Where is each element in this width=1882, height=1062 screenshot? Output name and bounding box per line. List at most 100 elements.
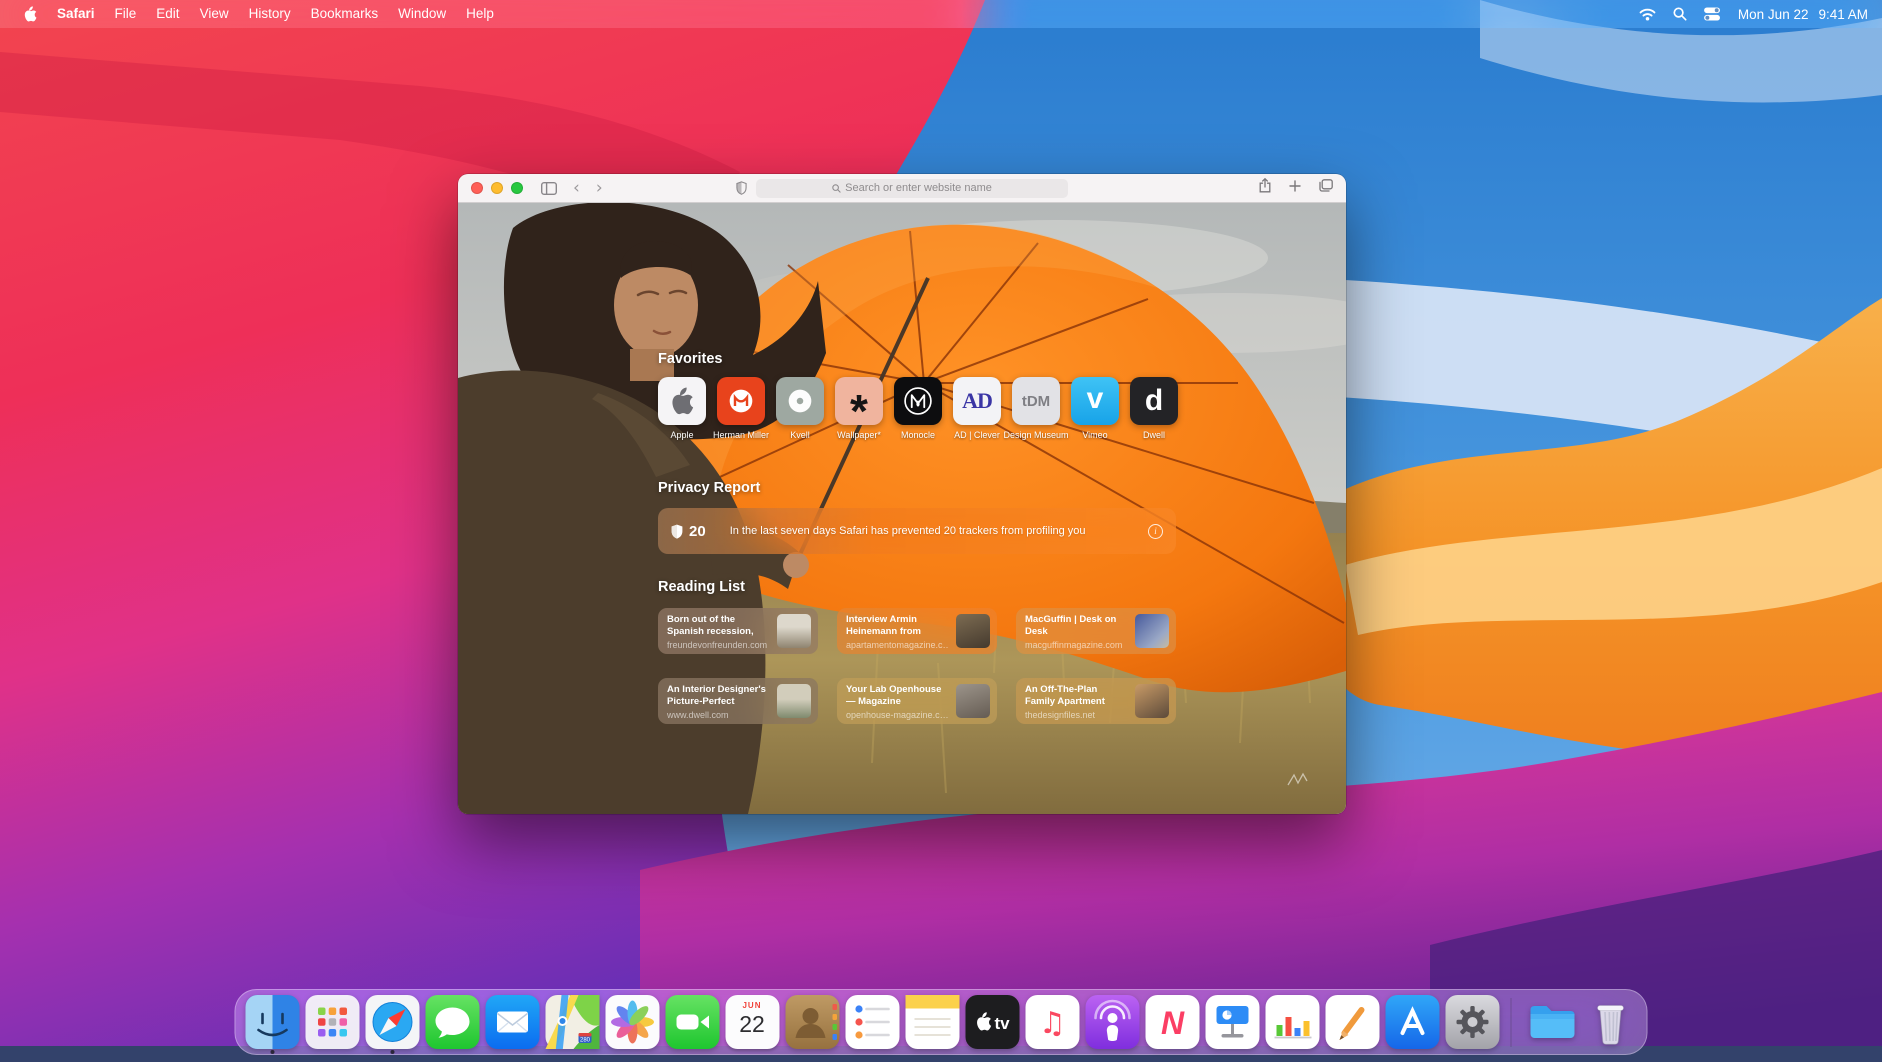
article-url: freundevonfreunden.com bbox=[667, 640, 770, 650]
dock-item-news[interactable]: N bbox=[1145, 994, 1200, 1050]
menu-item-edit[interactable]: Edit bbox=[146, 0, 189, 28]
maps-icon: 280 bbox=[545, 995, 599, 1049]
menu-item-bookmarks[interactable]: Bookmarks bbox=[301, 0, 389, 28]
dock-item-contacts[interactable] bbox=[785, 994, 840, 1050]
dock-item-trash[interactable] bbox=[1583, 994, 1638, 1050]
trash-icon bbox=[1583, 995, 1637, 1049]
dock-item-safari[interactable] bbox=[365, 994, 420, 1050]
favorite-label: Wallpaper* bbox=[837, 430, 881, 441]
close-button[interactable] bbox=[471, 182, 483, 194]
favorite-label: Dwell bbox=[1143, 430, 1165, 441]
reading-list-item[interactable]: An Off-The-Plan Family Apartment Unlike … bbox=[1016, 678, 1176, 724]
menu-item-view[interactable]: View bbox=[190, 0, 239, 28]
safari-window: ‹ › Search or enter website name bbox=[458, 174, 1346, 814]
reading-list-item[interactable]: Your Lab Openhouse — Magazine openhouse-… bbox=[837, 678, 997, 724]
dock-item-keynote[interactable] bbox=[1205, 994, 1260, 1050]
favorite-label: Kvell bbox=[790, 430, 810, 441]
favorite-dwell[interactable]: d Dwell bbox=[1130, 377, 1178, 441]
new-tab-icon[interactable] bbox=[1289, 179, 1301, 197]
wifi-icon[interactable] bbox=[1639, 8, 1656, 21]
menu-item-help[interactable]: Help bbox=[456, 0, 504, 28]
dock-item-reminders[interactable] bbox=[845, 994, 900, 1050]
apple-tv-icon: tv bbox=[965, 995, 1019, 1049]
minimize-button[interactable] bbox=[491, 182, 503, 194]
privacy-report-card[interactable]: 20 In the last seven days Safari has pre… bbox=[658, 508, 1176, 554]
dock-item-music[interactable]: ♫ bbox=[1025, 994, 1080, 1050]
menu-bar-clock[interactable]: Mon Jun 22 9:41 AM bbox=[1738, 7, 1868, 22]
dock-item-system-preferences[interactable] bbox=[1445, 994, 1500, 1050]
favorite-kvell[interactable]: Kvell bbox=[776, 377, 824, 441]
address-bar-placeholder: Search or enter website name bbox=[845, 182, 992, 194]
reading-list-item[interactable]: MacGuffin | Desk on Desk macguffinmagazi… bbox=[1016, 608, 1176, 654]
favorite-apple[interactable]: Apple bbox=[658, 377, 706, 441]
info-icon[interactable]: i bbox=[1148, 524, 1163, 539]
reading-list-item[interactable]: An Interior Designer's Picture-Perfect B… bbox=[658, 678, 818, 724]
dock-item-notes[interactable] bbox=[905, 994, 960, 1050]
messages-icon bbox=[425, 995, 479, 1049]
dock-item-messages[interactable] bbox=[425, 994, 480, 1050]
privacy-shield-icon[interactable] bbox=[736, 181, 747, 195]
svg-text:N: N bbox=[1160, 1005, 1184, 1041]
favorite-label: Apple bbox=[670, 430, 693, 441]
favorite-ad-clever[interactable]: AD AD | Clever bbox=[953, 377, 1001, 441]
herman-miller-site-icon bbox=[717, 377, 765, 425]
address-bar-group: Search or enter website name bbox=[736, 179, 1068, 198]
music-icon: ♫ bbox=[1025, 995, 1079, 1049]
news-icon: N bbox=[1145, 995, 1199, 1049]
favorite-wallpaper[interactable]: * Wallpaper* bbox=[835, 377, 883, 441]
svg-text:♫: ♫ bbox=[1039, 1006, 1066, 1041]
article-title: An Interior Designer's Picture-Perfect B… bbox=[667, 684, 770, 708]
favorites-heading[interactable]: Favorites bbox=[658, 352, 1176, 367]
dock-item-calendar[interactable]: JUN 22 bbox=[725, 994, 780, 1050]
favorite-design-museum[interactable]: tDM Design Museum bbox=[1012, 377, 1060, 441]
favorite-monocle[interactable]: Monocle bbox=[894, 377, 942, 441]
zoom-button[interactable] bbox=[511, 182, 523, 194]
reading-list-heading[interactable]: Reading List bbox=[658, 580, 1176, 595]
sidebar-toggle-icon[interactable] bbox=[541, 182, 557, 195]
article-title: An Off-The-Plan Family Apartment Unlike … bbox=[1025, 684, 1128, 708]
dock-item-launchpad[interactable] bbox=[305, 994, 360, 1050]
dock-item-app-store[interactable] bbox=[1385, 994, 1440, 1050]
article-thumbnail bbox=[1135, 614, 1169, 648]
menu-item-safari[interactable]: Safari bbox=[47, 0, 105, 28]
dock-item-mail[interactable] bbox=[485, 994, 540, 1050]
reading-list-grid: Born out of the Spanish recession, the a… bbox=[658, 608, 1176, 724]
share-icon[interactable] bbox=[1259, 178, 1271, 198]
article-thumbnail bbox=[777, 684, 811, 718]
menu-item-file[interactable]: File bbox=[105, 0, 147, 28]
menu-item-history[interactable]: History bbox=[239, 0, 301, 28]
dock-item-pages[interactable] bbox=[1325, 994, 1380, 1050]
facetime-icon bbox=[665, 995, 719, 1049]
favorite-herman-miller[interactable]: Herman Miller bbox=[717, 377, 765, 441]
dock-item-facetime[interactable] bbox=[665, 994, 720, 1050]
design-museum-site-icon: tDM bbox=[1012, 377, 1060, 425]
article-url: macguffinmagazine.com bbox=[1025, 640, 1128, 650]
address-bar[interactable]: Search or enter website name bbox=[756, 179, 1068, 198]
forward-icon[interactable]: › bbox=[596, 180, 603, 197]
privacy-report-heading[interactable]: Privacy Report bbox=[658, 481, 1176, 496]
back-icon[interactable]: ‹ bbox=[573, 180, 580, 197]
reading-list-item[interactable]: Interview Armin Heinemann from Paula… ap… bbox=[837, 608, 997, 654]
spotlight-search-icon[interactable] bbox=[1673, 7, 1687, 21]
start-page: Favorites Apple Herman Miller bbox=[458, 203, 1346, 814]
control-center-icon[interactable] bbox=[1704, 7, 1721, 21]
dock-item-maps[interactable]: 280 bbox=[545, 994, 600, 1050]
menu-bar-status: Mon Jun 22 9:41 AM bbox=[1639, 7, 1868, 22]
dock-item-numbers[interactable] bbox=[1265, 994, 1320, 1050]
tab-overview-icon[interactable] bbox=[1319, 179, 1333, 197]
article-title: Born out of the Spanish recession, the a… bbox=[667, 614, 770, 638]
dock-item-downloads-folder[interactable] bbox=[1523, 994, 1578, 1050]
photos-icon bbox=[605, 995, 659, 1049]
dock-item-photos[interactable] bbox=[605, 994, 660, 1050]
favorite-vimeo[interactable]: v Vimeo bbox=[1071, 377, 1119, 441]
numbers-icon bbox=[1265, 995, 1319, 1049]
dock-item-finder[interactable] bbox=[245, 994, 300, 1050]
apple-menu[interactable] bbox=[14, 6, 47, 22]
article-url: apartamentomagazine.c… bbox=[846, 640, 949, 650]
pages-icon bbox=[1325, 995, 1379, 1049]
tracker-count: 20 bbox=[689, 523, 706, 540]
dock-item-podcasts[interactable] bbox=[1085, 994, 1140, 1050]
reading-list-item[interactable]: Born out of the Spanish recession, the a… bbox=[658, 608, 818, 654]
menu-item-window[interactable]: Window bbox=[388, 0, 456, 28]
dock-item-tv[interactable]: tv bbox=[965, 994, 1020, 1050]
